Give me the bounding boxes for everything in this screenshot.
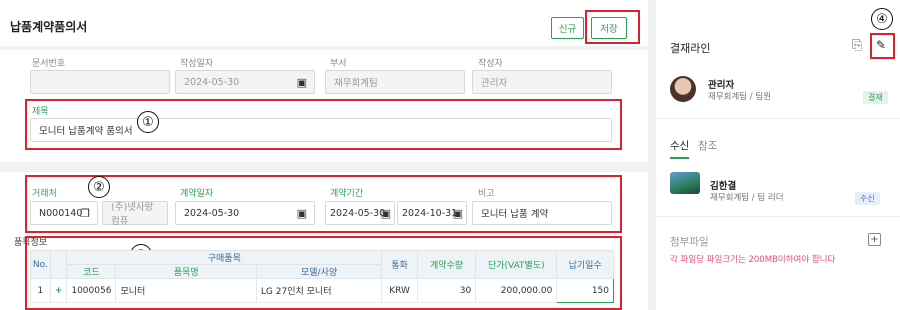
date-field: 2024-05-30 ▣ <box>175 70 315 94</box>
tab-receive[interactable]: 수신 <box>670 138 690 159</box>
contract-date-value: 2024-05-30 <box>184 207 240 219</box>
date-value: 2024-05-30 <box>184 76 240 88</box>
approval-panel: 결재라인 ⎘ ✎ ④ 관리자 재무회계팀 / 팀원 결재 수신 참조 김한결 재… <box>648 0 900 310</box>
header-price: 단가(VAT별도) <box>475 250 558 279</box>
annotation-1: ① <box>137 111 159 133</box>
cell-due[interactable]: 150 <box>556 278 614 303</box>
cell-currency[interactable]: KRW <box>381 278 418 303</box>
approver-name: 관리자 <box>708 80 735 91</box>
cell-price[interactable]: 200,000.00 <box>475 278 558 303</box>
divider <box>0 162 648 172</box>
annotation-2: ② <box>88 176 110 198</box>
period-start-field[interactable]: 2024-05-30 ▣ <box>325 201 395 225</box>
approve-badge: 결재 <box>863 91 888 104</box>
clipboard-icon[interactable]: ⎘ <box>852 38 862 53</box>
items-table: No. 구매품목 통화 계약수량 단가(VAT별도) 납기일수 코드 품목명 모… <box>30 250 614 303</box>
receive-badge: 수신 <box>855 192 880 205</box>
header-qty: 계약수량 <box>416 250 477 279</box>
contract-date-field[interactable]: 2024-05-30 ▣ <box>175 201 315 225</box>
header-purchase: 구매품목 <box>66 250 383 265</box>
cell-qty[interactable]: 30 <box>416 278 477 303</box>
calendar-icon[interactable]: ▣ <box>297 207 307 220</box>
header-code: 코드 <box>66 264 117 279</box>
note-label: 비고 <box>478 189 495 199</box>
attach-title: 첨부파일 <box>670 236 709 248</box>
header-due: 납기일수 <box>556 250 614 279</box>
calendar-icon[interactable]: ▣ <box>453 207 463 220</box>
client-name-field: (주)넷사랑컴퓨 <box>102 201 168 227</box>
add-attachment-icon[interactable]: + <box>868 233 881 246</box>
note-input[interactable]: 모니터 납품 계약 <box>472 201 612 225</box>
receiver-name: 김한결 <box>710 181 737 192</box>
dept-field: 재무회계팀 <box>325 70 465 94</box>
period-label: 계약기간 <box>330 189 364 199</box>
approver-sub: 재무회계팀 / 팀원 <box>708 92 772 102</box>
period-end-value: 2024-10-31 <box>402 207 458 219</box>
form-panel: 납품계약품의서 신규 저장 ⑤ 문서번호 작성일자 2024-05-30 ▣ 부… <box>0 0 672 310</box>
dept-label: 부서 <box>330 59 347 69</box>
date-label: 작성일자 <box>180 59 214 69</box>
author-field: 관리자 <box>472 70 612 94</box>
cell-name[interactable]: 모니터 <box>115 278 257 303</box>
doc-no-field <box>30 70 170 94</box>
calendar-icon[interactable]: ▣ <box>297 76 307 89</box>
cell-model[interactable]: LG 27인치 모니터 <box>255 278 383 303</box>
copy-icon[interactable]: ❐ <box>80 207 90 220</box>
receiver-sub: 재무회계팀 / 팀 리더 <box>710 193 784 203</box>
calendar-icon[interactable]: ▣ <box>381 207 391 220</box>
avatar <box>670 172 700 194</box>
header-no: No. <box>30 250 51 279</box>
annotation-4: ④ <box>871 8 893 30</box>
divider <box>0 46 648 50</box>
contract-date-label: 계약일자 <box>180 189 214 199</box>
header-name: 품목명 <box>115 264 257 279</box>
doc-no-label: 문서번호 <box>32 59 66 69</box>
save-highlight <box>585 10 640 44</box>
header-add <box>49 250 68 279</box>
edit-highlight <box>870 33 895 59</box>
avatar <box>670 76 696 102</box>
subject-input[interactable]: 모니터 납품계약 품의서 <box>30 118 612 142</box>
attach-note: 각 파일당 파일크기는 200MB이하여야 합니다 <box>670 255 836 265</box>
client-code-field[interactable]: N000140 ❐ <box>30 201 98 225</box>
approval-title: 결재라인 <box>670 42 711 55</box>
period-end-field[interactable]: 2024-10-31 ▣ <box>397 201 467 225</box>
cell-code[interactable]: 1000056 <box>66 278 117 303</box>
table-row[interactable]: 1 + 1000056 모니터 LG 27인치 모니터 KRW 30 200,0… <box>30 278 614 303</box>
add-row-icon[interactable]: + <box>49 278 68 303</box>
client-code: N000140 <box>39 207 83 219</box>
author-label: 작성자 <box>478 59 503 69</box>
client-label: 거래처 <box>32 189 57 199</box>
divider <box>656 118 900 119</box>
cell-no: 1 <box>30 278 51 303</box>
subject-label: 제목 <box>32 107 49 117</box>
divider <box>656 216 900 217</box>
header-currency: 통화 <box>381 250 418 279</box>
header-model: 모델/사양 <box>255 264 383 279</box>
tab-reference[interactable]: 참조 <box>698 138 717 153</box>
page-title: 납품계약품의서 <box>10 20 88 34</box>
period-start-value: 2024-05-30 <box>330 207 386 219</box>
new-button[interactable]: 신규 <box>551 17 584 39</box>
